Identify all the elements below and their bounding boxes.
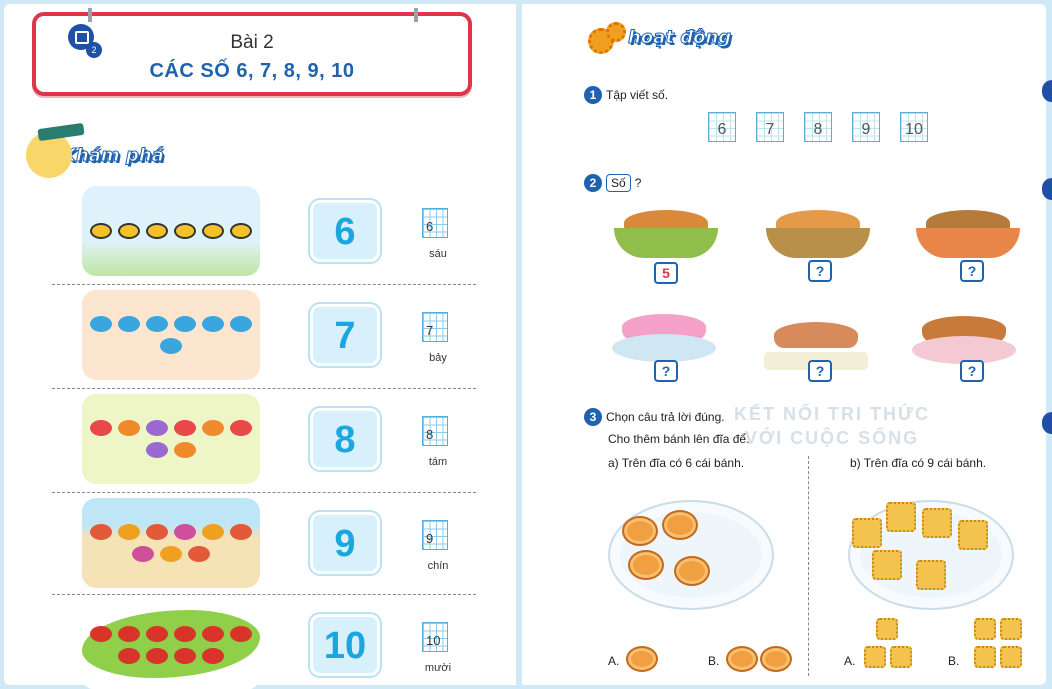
task-label: Chọn câu trả lời đúng. [606,410,725,424]
cracker-icon [852,518,882,548]
option-b-cracker-icon[interactable] [974,646,996,668]
option-a-label: A. [844,654,856,668]
big-number: 9 [310,512,380,574]
writing-cell[interactable]: 6 [708,112,736,142]
lesson-title: Bài 2 [230,32,274,53]
number-row-9: 9 9 chín [52,498,474,600]
task-number: 2 [584,174,602,192]
cookie-icon [674,556,710,586]
writing-grid: 8 [422,416,448,446]
cracker-icon [958,520,988,550]
cookie-icon [628,550,664,580]
writing-practice: 6 7 8 9 10 [708,112,928,142]
pin-icon [414,8,418,22]
section-label: hoạt động [627,26,732,48]
cookie-icon [622,516,658,546]
task-number: 1 [584,86,602,104]
donuts-plate-icon [912,312,1016,364]
section-label: Khám phá [62,144,165,166]
watermark-line2: VỚI CUỘC SỐNG [744,428,920,448]
pin-icon [88,8,92,22]
cracker-icon [886,502,916,532]
task-number: 3 [584,408,602,426]
number-row-6: 6 6 sáu [52,186,474,288]
cracker-icon [922,508,952,538]
option-a-cracker-icon[interactable] [864,646,886,668]
watermark: KẾT NỐI TRI THỨC VỚI CUỘC SỐNG [712,402,952,450]
option-b-cracker-icon[interactable] [1000,646,1022,668]
answer-box[interactable]: ? [654,360,678,382]
lesson-subtitle: CÁC SỐ 6, 7, 8, 9, 10 [149,60,355,82]
number-word: chín [427,560,449,572]
big-number: 6 [310,200,380,262]
left-page: 2 Bài 2 CÁC SỐ 6, 7, 8, 9, 10 Khám phá 6… [4,4,516,689]
number-word: mười [424,662,452,674]
writing-grid: 7 [422,312,448,342]
number-word: bảy [429,352,447,364]
bees-icon [82,186,260,276]
question-a: a) Trên đĩa có 6 cái bánh. [608,456,745,470]
ladybugs-icon [82,600,260,689]
question-mark: ? [634,176,642,190]
bread-basket-icon [614,206,718,258]
task-1: 1 Tập viết số. [584,86,668,104]
gears-icon [584,14,632,60]
column-divider [808,456,809,676]
writing-grid: 9 [422,520,448,550]
task-3: 3 Chọn câu trả lời đúng. [584,408,725,426]
right-page: hoạt động 1 Tập viết số. 6 7 8 9 10 2 Số… [522,4,1046,685]
watermark-line1: KẾT NỐI TRI THỨC [734,404,930,424]
birds-icon [82,290,260,380]
writing-grid: 10 [422,622,448,652]
task-2: 2 Số ? [584,174,641,192]
row-divider [52,594,476,595]
big-number: 7 [310,304,380,366]
cupcakes-plate-icon [612,310,716,362]
big-number: 10 [310,614,380,676]
option-b-cookie-icon[interactable] [760,646,792,672]
task-label: Tập viết số. [606,88,669,102]
option-a-cookie-icon[interactable] [626,646,658,672]
buns-basket-icon [766,206,870,258]
writing-cell[interactable]: 9 [852,112,880,142]
starfish-icon [82,498,260,588]
answer-box[interactable]: 5 [654,262,678,284]
option-a-label: A. [608,654,620,668]
option-b-label: B. [708,654,720,668]
cracker-icon [916,560,946,590]
writing-cell[interactable]: 7 [756,112,784,142]
question-b: b) Trên đĩa có 9 cái bánh. [850,456,987,470]
answer-box[interactable]: ? [808,360,832,382]
option-a-cracker-icon[interactable] [890,646,912,668]
row-divider [52,284,476,285]
number-row-7: 7 7 bảy [52,290,474,392]
croissant-basket-icon [916,206,1020,258]
cookie-icon [662,510,698,540]
robot-telescope-icon [26,122,85,178]
kham-pha-badge: Khám phá [26,122,165,178]
number-row-10: 10 10 mười [52,600,474,689]
number-word: sáu [429,248,447,260]
row-divider [52,388,476,389]
writing-grid: 6 [422,208,448,238]
number-row-8: 8 8 tám [52,394,474,496]
writing-cell[interactable]: 10 [900,112,928,142]
option-b-cookie-icon[interactable] [726,646,758,672]
answer-box[interactable]: ? [960,260,984,282]
option-b-cracker-icon[interactable] [974,618,996,640]
answer-box[interactable]: ? [808,260,832,282]
number-word: tám [428,456,448,468]
hoat-dong-badge: hoạt động [584,14,732,60]
flowers-icon [82,394,260,484]
row-divider [52,492,476,493]
so-label: Số [606,174,631,192]
option-a-cracker-icon[interactable] [876,618,898,640]
writing-cell[interactable]: 8 [804,112,832,142]
option-b-cracker-icon[interactable] [1000,618,1022,640]
answer-box[interactable]: ? [960,360,984,382]
big-number: 8 [310,408,380,470]
cracker-icon [872,550,902,580]
lesson-title-card: 2 Bài 2 CÁC SỐ 6, 7, 8, 9, 10 [32,8,472,96]
option-b-label: B. [948,654,960,668]
